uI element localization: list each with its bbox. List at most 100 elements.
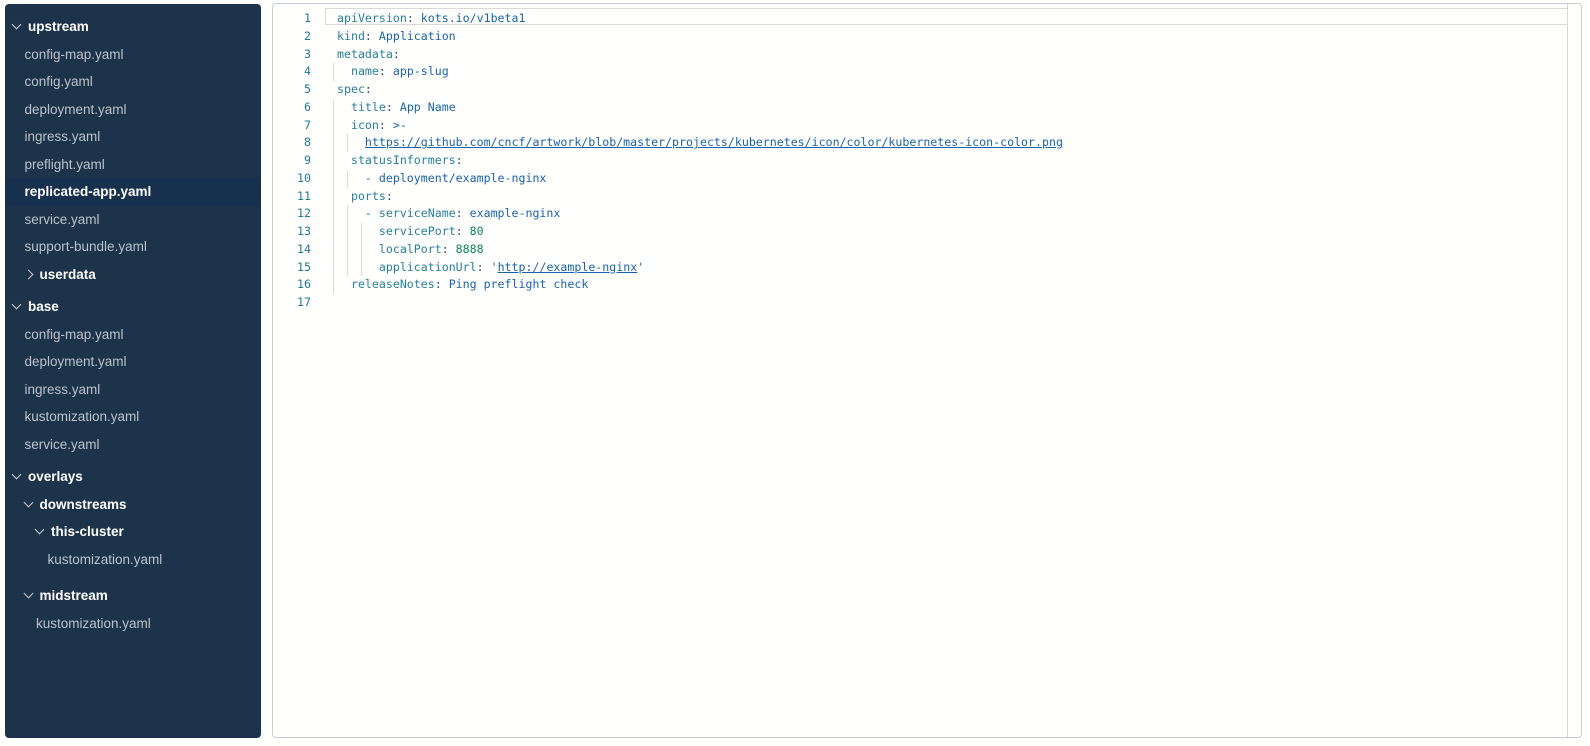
code-token-pun: : <box>456 153 463 167</box>
code-token-key: ports <box>351 189 386 203</box>
line-number: 10 <box>273 170 311 188</box>
file-item-replicated-app-yaml[interactable]: replicated-app.yaml <box>5 178 261 206</box>
code-line[interactable]: 13 servicePort: 80 <box>273 223 1581 241</box>
code-line[interactable]: 10 - deployment/example-nginx <box>273 170 1581 188</box>
code-token-val: ' <box>484 260 498 274</box>
code-link[interactable]: http://example-nginx <box>498 260 638 274</box>
chevron-down-icon <box>12 470 22 480</box>
code-token-val: - deployment/example-nginx <box>365 171 546 185</box>
tree-item-label: config-map.yaml <box>25 327 124 342</box>
tree-item-label: ingress.yaml <box>25 382 101 397</box>
file-item-service-yaml[interactable]: service.yaml <box>5 206 261 234</box>
line-number: 8 <box>273 134 311 152</box>
code-token-pun: : <box>365 29 372 43</box>
line-number: 17 <box>273 294 311 312</box>
code-line[interactable]: 8 https://github.com/cncf/artwork/blob/m… <box>273 134 1581 152</box>
code-line[interactable]: 15 applicationUrl: 'http://example-nginx… <box>273 259 1581 277</box>
code-content: applicationUrl: 'http://example-nginx' <box>337 259 644 277</box>
code-line[interactable]: 17 <box>273 294 1581 312</box>
code-token-num: 8888 <box>449 242 484 256</box>
code-token-pun: : <box>379 118 386 132</box>
code-token-val: ' <box>637 260 644 274</box>
folder-item-downstreams[interactable]: downstreams <box>5 491 261 519</box>
folder-item-upstream[interactable]: upstream <box>5 13 261 41</box>
code-token-op: >- <box>386 118 407 132</box>
code-token-val: kots.io/v1beta1 <box>414 11 526 25</box>
code-token-pun: : <box>393 47 400 61</box>
yaml-editor[interactable]: 1 apiVersion: kots.io/v1beta12kind: Appli… <box>272 3 1582 738</box>
file-item-service-yaml[interactable]: service.yaml <box>5 431 261 459</box>
file-item-kustomization-yaml[interactable]: kustomization.yaml <box>5 610 261 638</box>
code-token-val: Ping preflight check <box>442 277 589 291</box>
tree-item-label: base <box>28 299 59 314</box>
indent-guide <box>333 276 334 294</box>
code-line[interactable]: 11 ports: <box>273 188 1581 206</box>
folder-item-base[interactable]: base <box>5 293 261 321</box>
file-item-deployment-yaml[interactable]: deployment.yaml <box>5 96 261 124</box>
chevron-down-icon <box>23 497 33 507</box>
folder-item-this-cluster[interactable]: this-cluster <box>5 518 261 546</box>
code-line[interactable]: 6 title: App Name <box>273 99 1581 117</box>
tree-item-label: midstream <box>40 588 108 603</box>
chevron-down-icon <box>12 20 22 30</box>
line-number: 11 <box>273 188 311 206</box>
file-item-config-yaml[interactable]: config.yaml <box>5 68 261 96</box>
code-token-key: icon <box>351 118 379 132</box>
code-content: apiVersion: kots.io/v1beta1 <box>337 10 525 28</box>
code-line[interactable]: 14 localPort: 8888 <box>273 241 1581 259</box>
indent-guide <box>333 170 334 188</box>
indent-guide <box>333 99 334 117</box>
file-tree-sidebar: upstreamconfig-map.yamlconfig.yamldeploy… <box>5 4 261 738</box>
indent-guide <box>361 259 362 277</box>
tree-item-label: deployment.yaml <box>25 102 127 117</box>
file-item-preflight-yaml[interactable]: preflight.yaml <box>5 151 261 179</box>
line-number: 6 <box>273 99 311 117</box>
code-token-val: App Name <box>393 100 456 114</box>
tree-item-label: support-bundle.yaml <box>25 239 147 254</box>
indent-guide <box>347 134 348 152</box>
tree-item-label: userdata <box>40 267 96 282</box>
folder-item-overlays[interactable]: overlays <box>5 463 261 491</box>
tree-item-label: preflight.yaml <box>25 157 105 172</box>
code-line[interactable]: 2kind: Application <box>273 28 1581 46</box>
indent-guide <box>347 170 348 188</box>
folder-item-midstream[interactable]: midstream <box>5 582 261 610</box>
code-token-key: applicationUrl <box>379 260 477 274</box>
line-number: 3 <box>273 46 311 64</box>
file-item-deployment-yaml[interactable]: deployment.yaml <box>5 348 261 376</box>
indent-guide <box>361 241 362 259</box>
chevron-down-icon <box>35 525 45 535</box>
line-number: 13 <box>273 223 311 241</box>
file-item-config-map-yaml[interactable]: config-map.yaml <box>5 321 261 349</box>
code-content: ports: <box>337 188 393 206</box>
file-item-config-map-yaml[interactable]: config-map.yaml <box>5 41 261 69</box>
file-item-ingress-yaml[interactable]: ingress.yaml <box>5 376 261 404</box>
code-content: title: App Name <box>337 99 456 117</box>
code-line[interactable]: 12 - serviceName: example-nginx <box>273 205 1581 223</box>
indent-guide <box>347 205 348 223</box>
file-item-support-bundle-yaml[interactable]: support-bundle.yaml <box>5 233 261 261</box>
code-token-val: Application <box>372 29 456 43</box>
code-line[interactable]: 4 name: app-slug <box>273 63 1581 81</box>
code-token-key: metadata <box>337 47 393 61</box>
tree-item-label: kustomization.yaml <box>48 552 163 567</box>
line-number: 1 <box>273 10 311 28</box>
indent-guide <box>333 134 334 152</box>
code-token-pun: : <box>442 242 449 256</box>
file-item-kustomization-yaml[interactable]: kustomization.yaml <box>5 546 261 574</box>
code-line[interactable]: 5spec: <box>273 81 1581 99</box>
code-content: localPort: 8888 <box>337 241 484 259</box>
code-link[interactable]: https://github.com/cncf/artwork/blob/mas… <box>365 135 1063 149</box>
code-token-num: 80 <box>463 224 484 238</box>
code-line[interactable]: 16 releaseNotes: Ping preflight check <box>273 276 1581 294</box>
code-line[interactable]: 3 metadata: <box>273 46 1581 64</box>
code-line[interactable]: 1 apiVersion: kots.io/v1beta1 <box>273 10 1581 28</box>
file-item-kustomization-yaml[interactable]: kustomization.yaml <box>5 403 261 431</box>
file-item-ingress-yaml[interactable]: ingress.yaml <box>5 123 261 151</box>
code-line[interactable]: 9 statusInformers: <box>273 152 1581 170</box>
code-token-pun: : <box>435 277 442 291</box>
code-token-key: serviceName <box>379 206 456 220</box>
code-line[interactable]: 7 icon: >- <box>273 117 1581 135</box>
line-number: 7 <box>273 117 311 135</box>
folder-item-userdata[interactable]: userdata <box>5 261 261 289</box>
